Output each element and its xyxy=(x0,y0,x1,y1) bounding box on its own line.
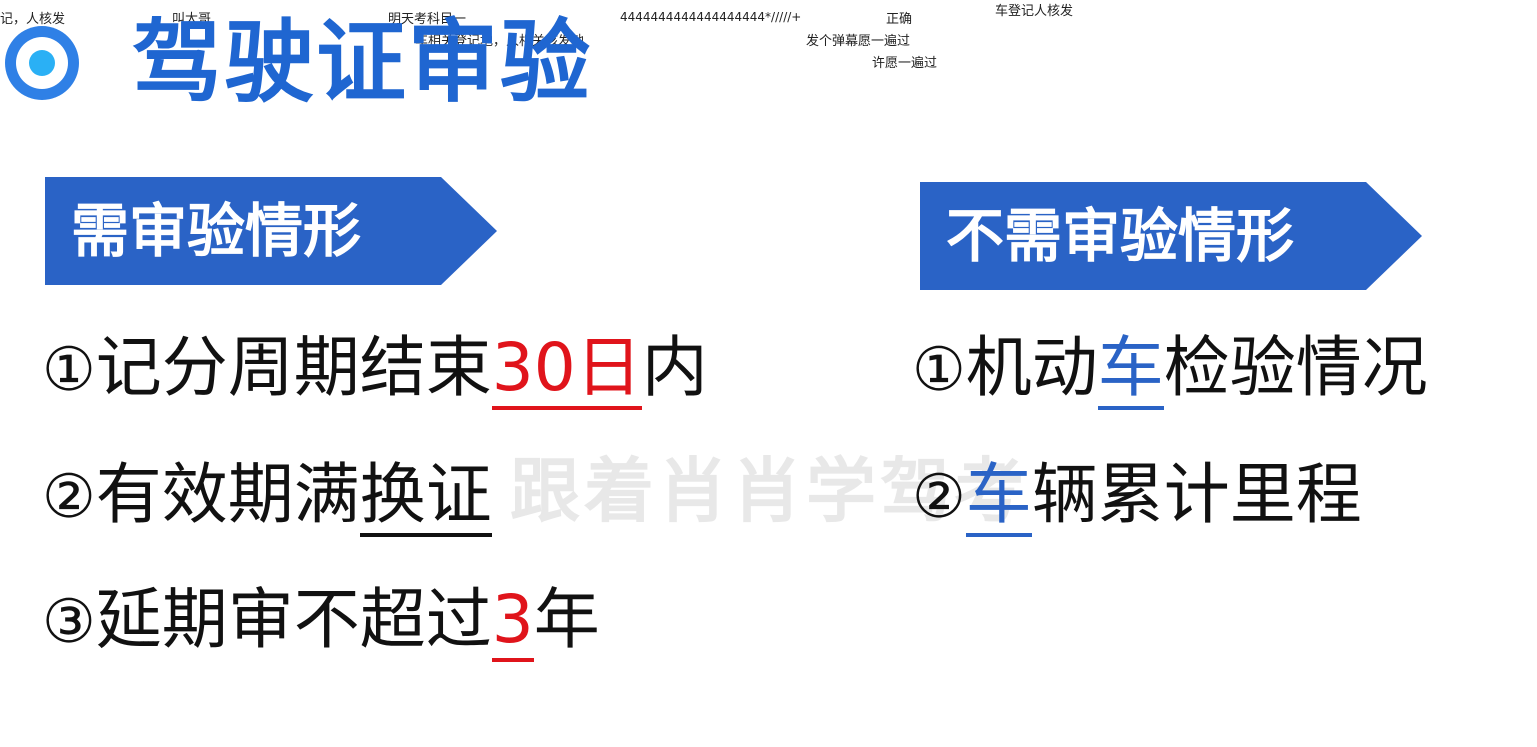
no-review-banner-label: 不需审验情形 xyxy=(946,202,1295,270)
no-review-item-1: ①机动车检验情况 xyxy=(912,328,1428,410)
needs-review-item-2: ②有效期满换证 xyxy=(42,455,492,537)
page-title: 驾驶证审验 xyxy=(132,10,592,115)
highlight-text: 车 xyxy=(1097,329,1164,410)
needs-review-item-1: ①记分周期结束30日内 xyxy=(42,328,708,410)
title-bullet-icon xyxy=(5,26,79,100)
danmaku-comment: 记，人核发 xyxy=(0,12,66,27)
highlight-text: 换证 xyxy=(359,456,492,537)
danmaku-comment: 4444444444444444444*/////+ xyxy=(620,10,802,24)
danmaku-comment: 发个弹幕愿一遍过 xyxy=(806,34,911,49)
no-review-item-2: ②车辆累计里程 xyxy=(912,455,1362,537)
needs-review-banner-label: 需审验情形 xyxy=(71,197,362,265)
highlight-text: 3 xyxy=(491,581,534,662)
needs-review-item-3: ③延期审不超过3年 xyxy=(42,580,600,662)
danmaku-comment: 正确 xyxy=(886,12,913,27)
danmaku-comment: 许愿一遍过 xyxy=(872,56,938,71)
no-review-banner: 不需审验情形 xyxy=(920,182,1422,290)
highlight-text: 车 xyxy=(965,456,1032,537)
danmaku-comment: 车登记人核发 xyxy=(995,4,1074,19)
needs-review-banner: 需审验情形 xyxy=(45,177,497,285)
highlight-text: 30日 xyxy=(491,329,642,410)
